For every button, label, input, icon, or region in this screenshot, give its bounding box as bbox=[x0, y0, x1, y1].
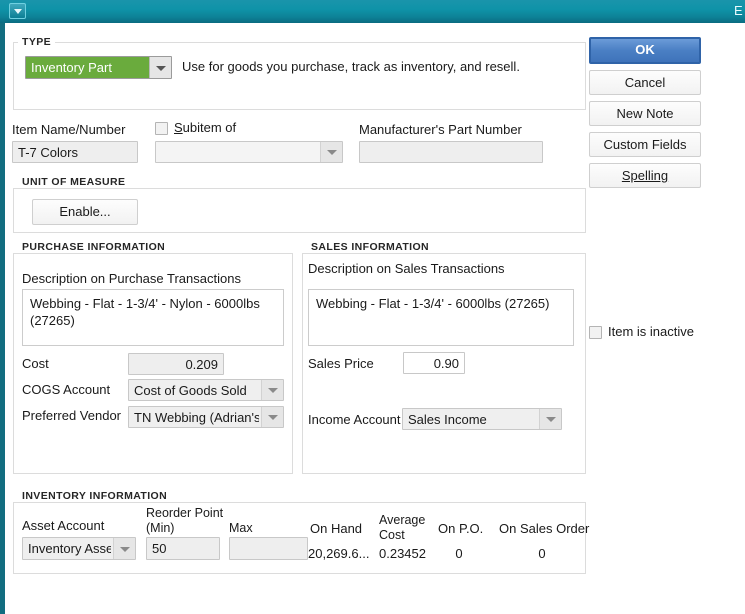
income-account-dropdown[interactable]: Sales Income bbox=[402, 408, 562, 430]
ok-button[interactable]: OK bbox=[589, 37, 701, 64]
unit-of-measure-legend: UNIT OF MEASURE bbox=[18, 176, 130, 188]
cogs-account-dropdown-arrow-box[interactable] bbox=[261, 380, 283, 400]
asset-account-dropdown[interactable]: Inventory Asset bbox=[22, 537, 136, 560]
enable-uom-button[interactable]: Enable... bbox=[32, 199, 138, 225]
subitem-dropdown[interactable] bbox=[155, 141, 343, 163]
spelling-button[interactable]: Spelling bbox=[589, 163, 701, 188]
cost-label: Cost bbox=[22, 356, 49, 371]
cogs-account-value: Cost of Goods Sold bbox=[134, 383, 247, 398]
item-name-input[interactable]: T-7 Colors bbox=[12, 141, 138, 163]
subitem-dropdown-arrow-box[interactable] bbox=[320, 142, 342, 162]
chevron-down-icon bbox=[267, 415, 278, 420]
reorder-point-input[interactable]: 50 bbox=[146, 537, 220, 560]
on-sales-order-label: On Sales Order bbox=[499, 521, 590, 536]
item-type-dropdown[interactable]: Inventory Part bbox=[25, 56, 172, 79]
asset-account-label: Asset Account bbox=[22, 518, 105, 533]
purchase-description-textarea[interactable]: Webbing - Flat - 1-3/4' - Nylon - 6000lb… bbox=[22, 289, 284, 346]
mpn-input[interactable] bbox=[359, 141, 543, 163]
cogs-account-label: COGS Account bbox=[22, 382, 111, 397]
subitem-checkbox[interactable] bbox=[155, 122, 168, 135]
chevron-down-icon bbox=[14, 9, 22, 14]
on-po-label: On P.O. bbox=[438, 521, 484, 536]
on-sales-order-value: 0 bbox=[538, 546, 546, 561]
sales-price-label: Sales Price bbox=[308, 356, 374, 371]
inventory-information-legend: INVENTORY INFORMATION bbox=[18, 490, 172, 502]
on-po-value: 0 bbox=[455, 546, 463, 561]
on-hand-label: On Hand bbox=[310, 521, 363, 536]
custom-fields-button[interactable]: Custom Fields bbox=[589, 132, 701, 157]
subitem-label-rest: ubitem of bbox=[182, 120, 237, 135]
item-type-hint: Use for goods you purchase, track as inv… bbox=[182, 59, 520, 74]
on-hand-value: 20,269.6... bbox=[308, 546, 370, 561]
mpn-label: Manufacturer's Part Number bbox=[359, 122, 522, 137]
cancel-button[interactable]: Cancel bbox=[589, 70, 701, 95]
average-cost-value: 0.23452 bbox=[379, 546, 426, 561]
asset-account-value: Inventory Asset bbox=[28, 541, 111, 556]
reorder-point-label-line1: Reorder Point bbox=[146, 506, 224, 520]
window-title: E bbox=[734, 3, 743, 18]
preferred-vendor-dropdown-arrow-box[interactable] bbox=[261, 407, 283, 427]
item-inactive-checkbox[interactable] bbox=[589, 326, 602, 339]
type-group-legend: TYPE bbox=[18, 36, 56, 48]
purchase-description-label: Description on Purchase Transactions bbox=[22, 271, 241, 286]
purchase-information-legend: PURCHASE INFORMATION bbox=[18, 241, 170, 253]
item-type-dropdown-arrow-box[interactable] bbox=[149, 57, 171, 78]
item-type-value: Inventory Part bbox=[31, 60, 112, 75]
income-account-label: Income Account bbox=[308, 412, 401, 427]
sales-description-label: Description on Sales Transactions bbox=[308, 261, 505, 276]
preferred-vendor-value: TN Webbing (Adrian's) bbox=[134, 410, 259, 425]
asset-account-dropdown-arrow-box[interactable] bbox=[113, 538, 135, 559]
chevron-down-icon bbox=[267, 388, 278, 393]
cost-input[interactable]: 0.209 bbox=[128, 353, 224, 375]
item-name-label: Item Name/Number bbox=[12, 122, 126, 137]
cogs-account-dropdown[interactable]: Cost of Goods Sold bbox=[128, 379, 284, 401]
reorder-point-label-line2: (Min) bbox=[146, 521, 175, 535]
chevron-down-icon bbox=[119, 546, 130, 552]
subitem-label: Subitem of bbox=[174, 120, 237, 135]
preferred-vendor-dropdown[interactable]: TN Webbing (Adrian's) bbox=[128, 406, 284, 428]
item-inactive-label: Item is inactive bbox=[608, 324, 694, 339]
income-account-value: Sales Income bbox=[408, 412, 487, 427]
chevron-down-icon bbox=[545, 417, 556, 422]
income-account-dropdown-arrow-box[interactable] bbox=[539, 409, 561, 429]
max-label: Max bbox=[229, 521, 253, 535]
spelling-button-label: Spelling bbox=[621, 168, 669, 183]
average-cost-label-line1: Average bbox=[379, 513, 426, 527]
new-note-button[interactable]: New Note bbox=[589, 101, 701, 126]
average-cost-label-line2: Cost bbox=[379, 528, 405, 542]
sales-description-textarea[interactable]: Webbing - Flat - 1-3/4' - 6000lbs (27265… bbox=[308, 289, 574, 346]
sales-information-legend: SALES INFORMATION bbox=[307, 241, 434, 253]
left-accent-rail bbox=[0, 23, 5, 614]
max-input[interactable] bbox=[229, 537, 308, 560]
sales-price-input[interactable]: 0.90 bbox=[403, 352, 465, 374]
window-title-bar: E bbox=[0, 0, 745, 23]
window-menu-icon[interactable] bbox=[9, 3, 26, 19]
chevron-down-icon bbox=[155, 65, 166, 71]
preferred-vendor-label: Preferred Vendor bbox=[22, 408, 122, 423]
chevron-down-icon bbox=[326, 150, 337, 155]
